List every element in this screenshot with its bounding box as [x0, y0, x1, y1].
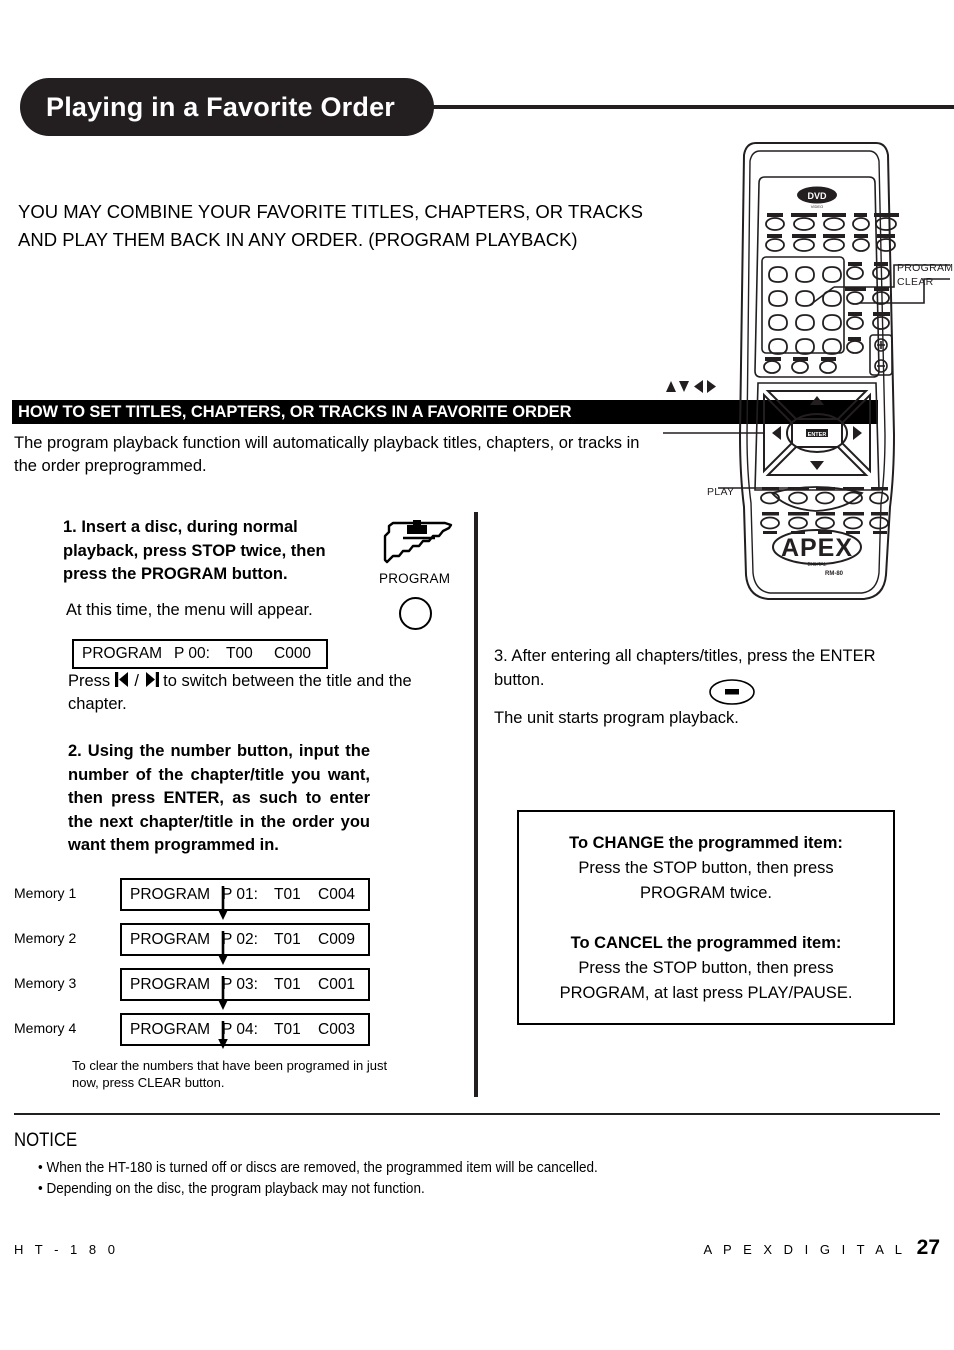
memory-sequence-list: Memory 1 PROGRAM P 01: T01 C004 Memory 2… [14, 878, 414, 1058]
memory-label: Memory 1 [14, 885, 77, 901]
change-body-line-1: Press the STOP button, then press [578, 858, 834, 877]
display-label: PROGRAM [82, 645, 163, 662]
callout-label-clear: CLEAR [897, 276, 934, 288]
step-3-result: The unit starts program playback. [494, 709, 739, 727]
intro-line-2: AND PLAY THEM BACK IN ANY ORDER. (PROGRA… [18, 229, 578, 250]
step-3-text: 3. After entering all chapters/titles, p… [494, 647, 876, 689]
memory-row: Memory 1 PROGRAM P 01: T01 C004 [14, 878, 414, 923]
press-prefix-label: Press [68, 672, 111, 690]
notice-list: • When the HT-180 is turned off or discs… [38, 1157, 830, 1199]
page-number: 27 [916, 1236, 940, 1259]
memory-program-label: PROGRAM [130, 975, 211, 993]
memory-label: Memory 4 [14, 1020, 77, 1036]
title-rule [432, 105, 954, 109]
svg-text:DIGITAL: DIGITAL [807, 562, 826, 568]
column-divider [474, 512, 478, 1097]
memory-chapter-number: C001 [318, 975, 356, 993]
memory-chapter-number: C003 [318, 1020, 356, 1038]
skip-forward-icon [144, 671, 159, 688]
manual-page: Playing in a Favorite Order YOU MAY COMB… [0, 0, 954, 1350]
remote-control-illustration: DVD VIDEO ENTER APEX DIGITAL RM-80 [648, 135, 954, 610]
section-subtitle: The program playback function will autom… [14, 434, 640, 475]
cancel-group: To CANCEL the programmed item: Press the… [519, 930, 893, 1006]
display-program-number: P 00: [174, 645, 210, 662]
step-1-note: At this time, the menu will appear. [66, 601, 313, 619]
footer-model: H T - 1 8 0 [14, 1242, 119, 1257]
flow-arrow-down-icon [216, 882, 230, 922]
program-display-readout: PROGRAM P 00: T00 C000 [72, 639, 328, 669]
flow-arrow-down-icon [216, 927, 230, 967]
notice-divider [14, 1113, 940, 1115]
memory-display: PROGRAM P 03: T01 C001 [120, 968, 370, 1001]
page-title-banner: Playing in a Favorite Order [20, 78, 954, 136]
step-1-text: 1. Insert a disc, during normal playback… [63, 518, 326, 583]
change-group: To CHANGE the programmed item: Press the… [519, 830, 893, 906]
flow-arrow-down-icon [216, 972, 230, 1012]
svg-text:DVD: DVD [807, 191, 827, 201]
change-heading: To CHANGE the programmed item: [569, 833, 843, 852]
memory-title-number: T01 [274, 930, 301, 948]
memory-clear-note: To clear the numbers that have been prog… [72, 1058, 388, 1090]
memory-chapter-number: C004 [318, 885, 356, 903]
enter-button-icon[interactable] [708, 678, 756, 706]
memory-program-label: PROGRAM [130, 885, 211, 903]
program-button-circle[interactable] [399, 597, 432, 630]
memory-display: PROGRAM P 04: T01 C003 [120, 1013, 370, 1046]
memory-program-label: PROGRAM [130, 930, 211, 948]
svg-text:APEX: APEX [781, 534, 853, 562]
cancel-body-line-2: PROGRAM, at last press PLAY/PAUSE. [559, 983, 853, 1002]
page-title: Playing in a Favorite Order [46, 91, 396, 122]
intro-line-1: YOU MAY COMBINE YOUR FAVORITE TITLES, CH… [18, 201, 644, 222]
title-pill: Playing in a Favorite Order [20, 78, 434, 136]
memory-title-number: T01 [274, 1020, 301, 1038]
callout-label-program: PROGRAM [897, 262, 954, 274]
press-button-icon [383, 520, 455, 566]
memory-chapter-number: C009 [318, 930, 356, 948]
cancel-heading: To CANCEL the programmed item: [570, 933, 842, 952]
memory-display: PROGRAM P 02: T01 C009 [120, 923, 370, 956]
memory-row: Memory 4 PROGRAM P 04: T01 C003 [14, 1013, 414, 1058]
step-2-text: 2. Using the number button, input the nu… [68, 742, 370, 854]
svg-text:VIDEO: VIDEO [811, 204, 823, 209]
section-header-label: HOW TO SET TITLES, CHAPTERS, OR TRACKS I… [18, 402, 572, 421]
press-skip-instruction: Press / to switch between the title and … [68, 670, 418, 716]
memory-label: Memory 2 [14, 930, 77, 946]
memory-title-number: T01 [274, 975, 301, 993]
change-body-line-2: PROGRAM twice. [639, 883, 773, 902]
memory-title-number: T01 [274, 885, 301, 903]
svg-text:ENTER: ENTER [808, 432, 827, 438]
display-title-number: T00 [226, 645, 253, 662]
display-chapter-number: C000 [274, 645, 312, 662]
footer-brand: A P E X D I G I T A L [703, 1242, 906, 1257]
notice-title: NOTICE [14, 1130, 78, 1151]
memory-program-label: PROGRAM [130, 1020, 211, 1038]
memory-display: PROGRAM P 01: T01 C004 [120, 878, 370, 911]
notice-item: • When the HT-180 is turned off or discs… [38, 1159, 598, 1176]
flow-arrow-down-icon [216, 1017, 230, 1057]
direction-arrows-icon [663, 376, 719, 396]
dvd-logo-icon: DVD VIDEO [797, 186, 837, 209]
change-cancel-callout-box: To CHANGE the programmed item: Press the… [517, 810, 895, 1025]
memory-label: Memory 3 [14, 975, 77, 991]
apex-logo: APEX DIGITAL RM-80 [772, 529, 862, 577]
program-icon-label: PROGRAM [379, 571, 451, 586]
callout-label-play: PLAY [707, 486, 735, 498]
svg-text:RM-80: RM-80 [825, 571, 844, 577]
cancel-body-line-1: Press the STOP button, then press [578, 958, 834, 977]
skip-back-icon [114, 671, 130, 688]
memory-row: Memory 3 PROGRAM P 03: T01 C001 [14, 968, 414, 1013]
press-separator: / [134, 672, 139, 690]
memory-row: Memory 2 PROGRAM P 02: T01 C009 [14, 923, 414, 968]
intro-paragraph: YOU MAY COMBINE YOUR FAVORITE TITLES, CH… [18, 198, 718, 254]
notice-item: • Depending on the disc, the program pla… [38, 1180, 425, 1197]
